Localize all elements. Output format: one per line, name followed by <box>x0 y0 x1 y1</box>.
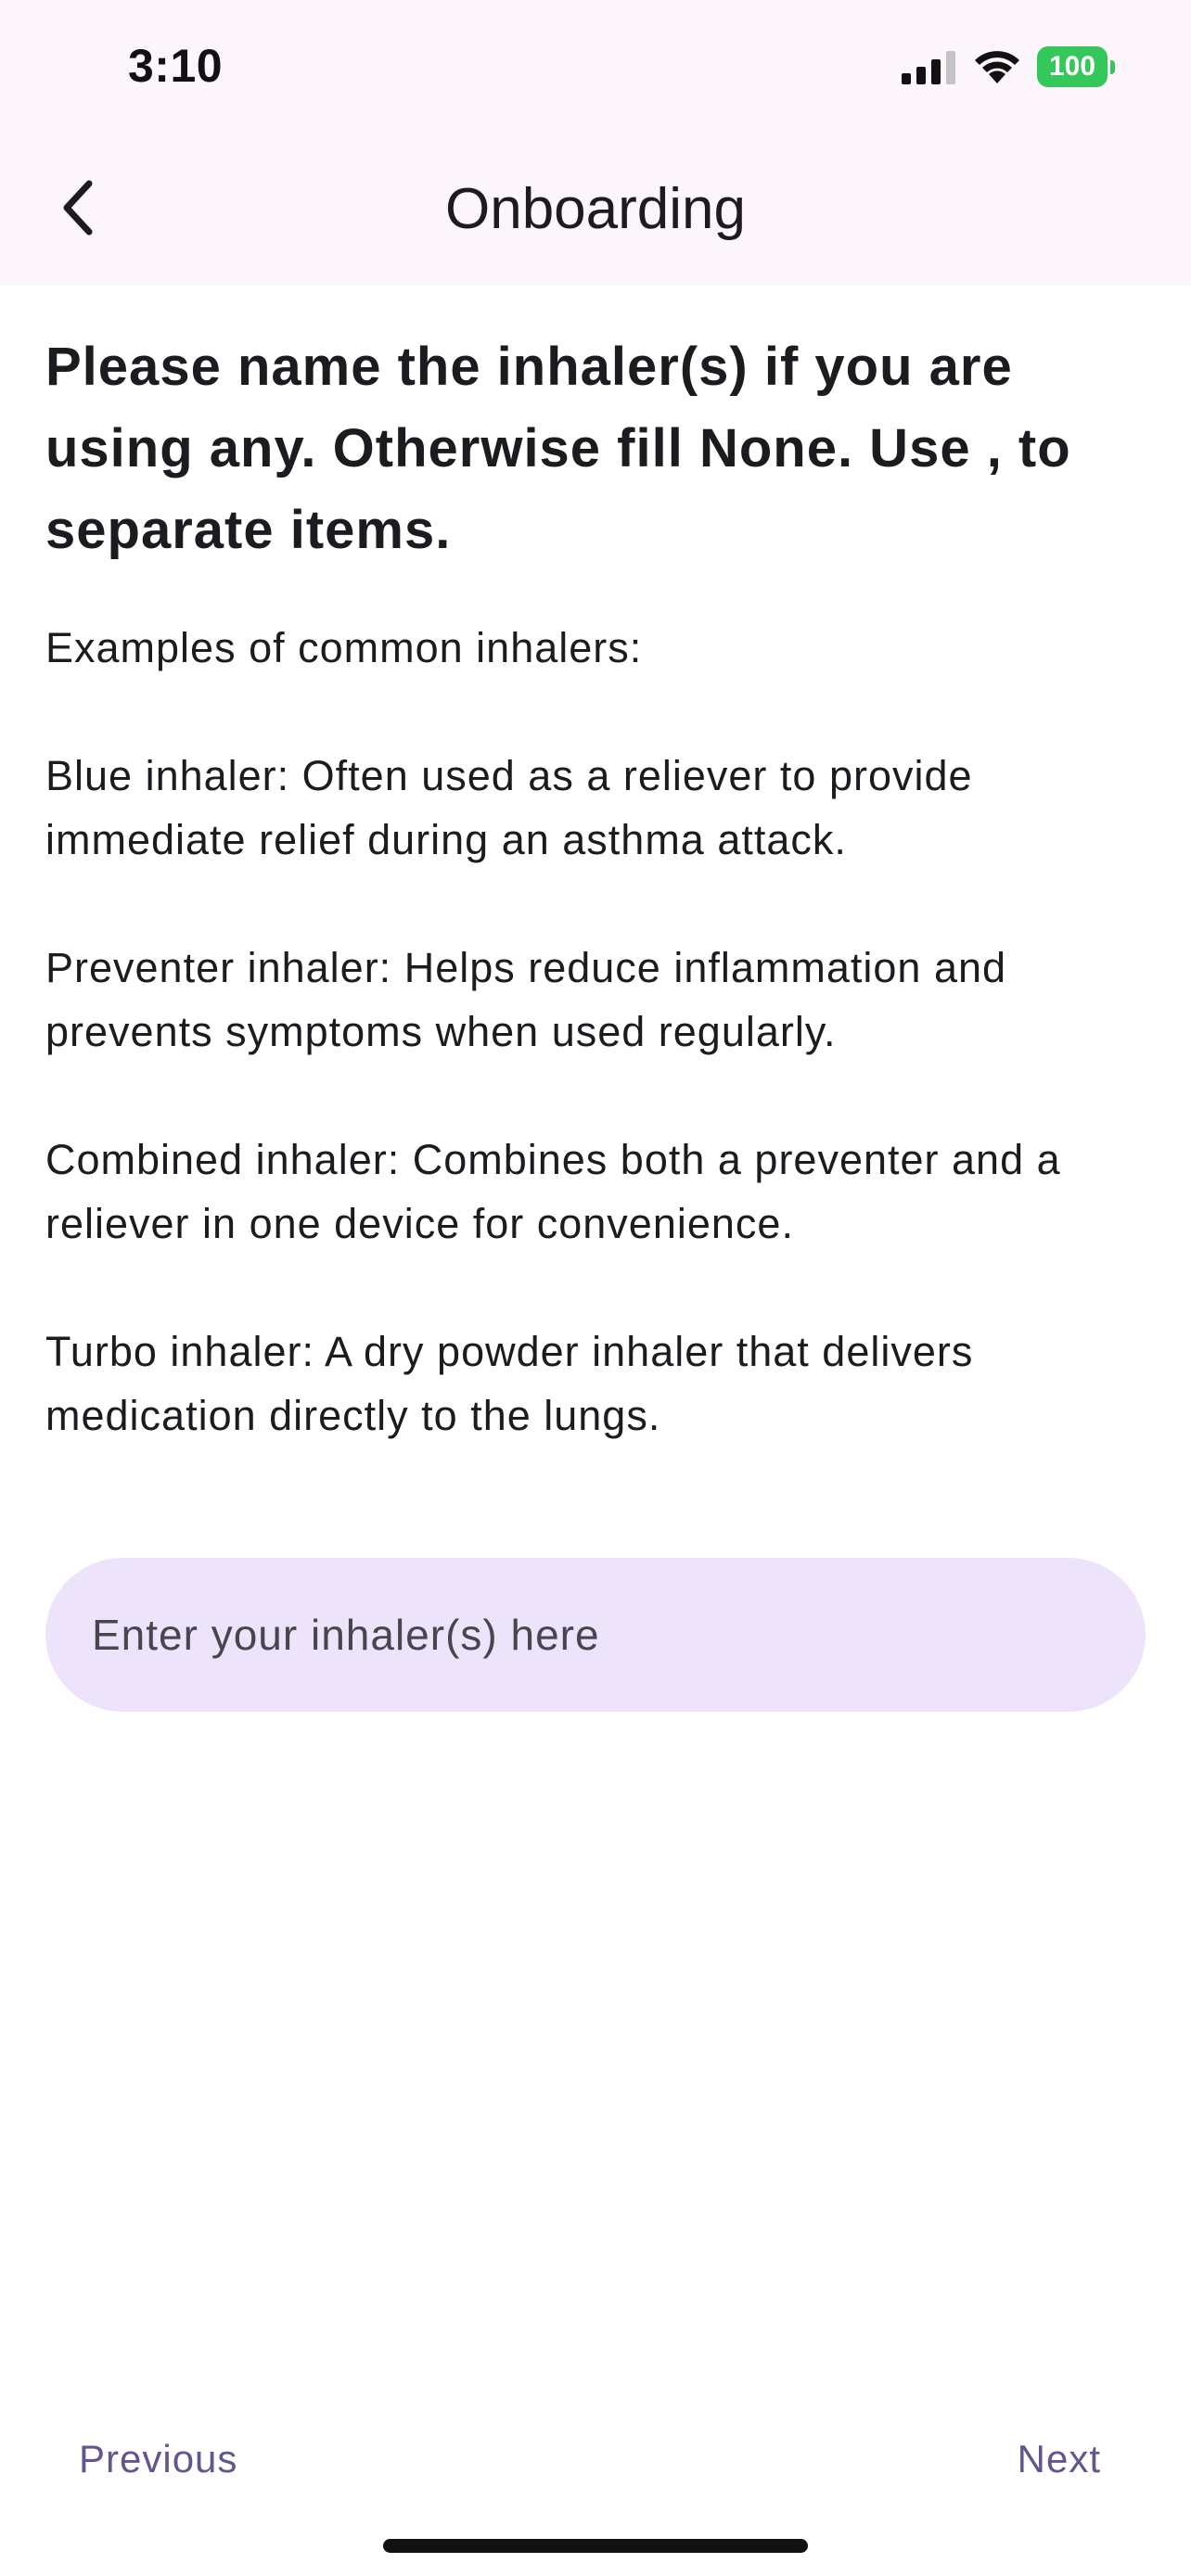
battery-icon: 100 <box>1037 46 1115 87</box>
app-header: 3:10 100 Onboarding <box>0 0 1191 286</box>
previous-button[interactable]: Previous <box>79 2437 237 2481</box>
battery-cap <box>1110 60 1115 74</box>
inhaler-input-container[interactable] <box>45 1558 1146 1712</box>
inhaler-examples: Examples of common inhalers: Blue inhale… <box>45 616 1159 1511</box>
example-blue-inhaler: Blue inhaler: Often used as a reliever t… <box>45 752 973 863</box>
question-heading: Please name the inhaler(s) if you are us… <box>45 337 1071 560</box>
cellular-signal-icon <box>902 51 955 84</box>
next-button[interactable]: Next <box>1018 2437 1101 2481</box>
example-combined-inhaler: Combined inhaler: Combines both a preven… <box>45 1136 1061 1247</box>
example-turbo-inhaler: Turbo inhaler: A dry powder inhaler that… <box>45 1328 974 1439</box>
home-indicator <box>383 2539 808 2553</box>
wifi-icon <box>975 51 1019 83</box>
example-preventer-inhaler: Preventer inhaler: Helps reduce inflamma… <box>45 944 1007 1055</box>
inhaler-input[interactable] <box>90 1609 1146 1661</box>
examples-intro: Examples of common inhalers: <box>45 624 643 671</box>
battery-level: 100 <box>1037 46 1108 87</box>
status-time: 3:10 <box>128 40 224 92</box>
page-title: Onboarding <box>444 177 747 241</box>
